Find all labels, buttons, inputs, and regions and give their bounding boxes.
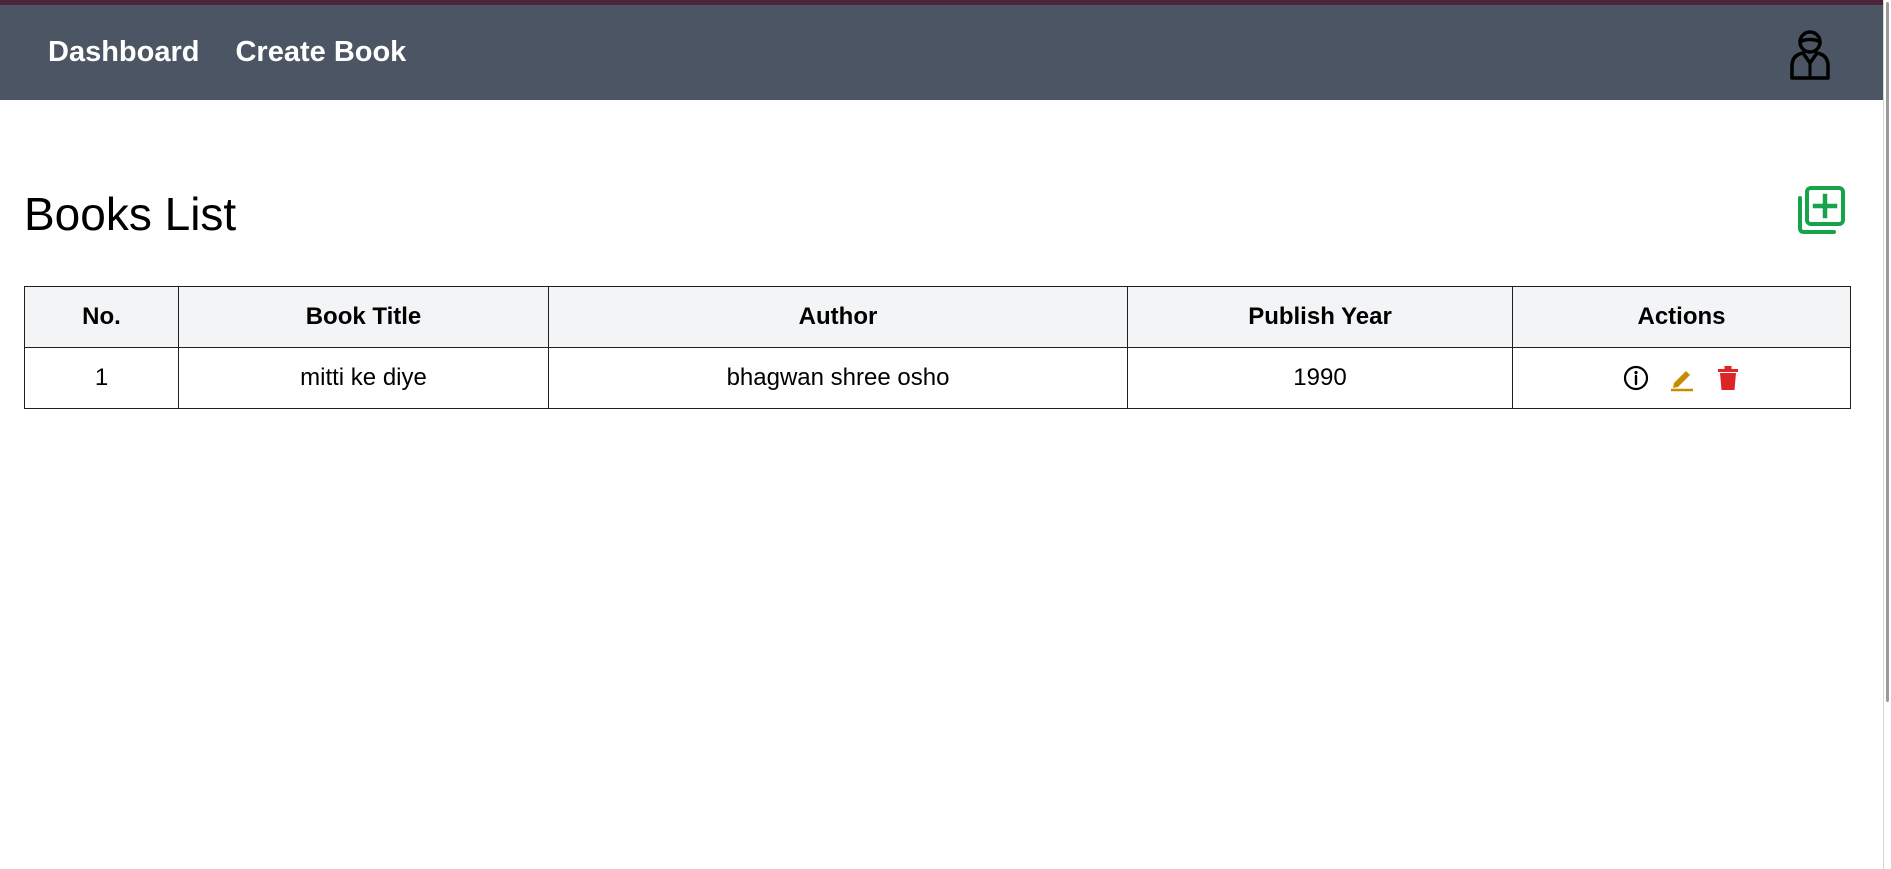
page: Dashboard Create Book Books List No. Boo… bbox=[0, 0, 1891, 869]
column-header-publish-year: Publish Year bbox=[1127, 286, 1513, 348]
column-header-actions: Actions bbox=[1512, 286, 1851, 348]
nav-link-create-book[interactable]: Create Book bbox=[235, 36, 406, 69]
user-avatar-icon bbox=[1790, 30, 1830, 80]
profile-button[interactable] bbox=[1788, 28, 1832, 80]
cell-no: 1 bbox=[24, 347, 179, 409]
cell-actions bbox=[1512, 347, 1851, 409]
cell-author: bhagwan shree osho bbox=[548, 347, 1128, 409]
add-book-button[interactable] bbox=[1796, 186, 1846, 236]
info-icon[interactable] bbox=[1622, 364, 1650, 392]
add-square-icon bbox=[1798, 186, 1845, 234]
column-header-no: No. bbox=[24, 286, 179, 348]
cell-publish-year: 1990 bbox=[1127, 347, 1513, 409]
nav-links: Dashboard Create Book bbox=[48, 36, 406, 69]
column-header-book-title: Book Title bbox=[178, 286, 549, 348]
top-navbar: Dashboard Create Book bbox=[0, 5, 1884, 100]
table-header-row: No. Book Title Author Publish Year Actio… bbox=[24, 286, 1851, 348]
books-table: No. Book Title Author Publish Year Actio… bbox=[24, 286, 1851, 409]
delete-icon[interactable] bbox=[1714, 364, 1742, 392]
table-row: 1 mitti ke diye bhagwan shree osho 1990 bbox=[24, 347, 1851, 409]
nav-link-dashboard[interactable]: Dashboard bbox=[48, 36, 199, 69]
vertical-scrollbar[interactable] bbox=[1883, 0, 1891, 869]
column-header-author: Author bbox=[548, 286, 1128, 348]
cell-book-title: mitti ke diye bbox=[178, 347, 549, 409]
edit-icon[interactable] bbox=[1668, 364, 1696, 392]
row-actions bbox=[1514, 349, 1850, 408]
scrollbar-thumb[interactable] bbox=[1886, 2, 1889, 702]
page-title: Books List bbox=[24, 188, 237, 240]
